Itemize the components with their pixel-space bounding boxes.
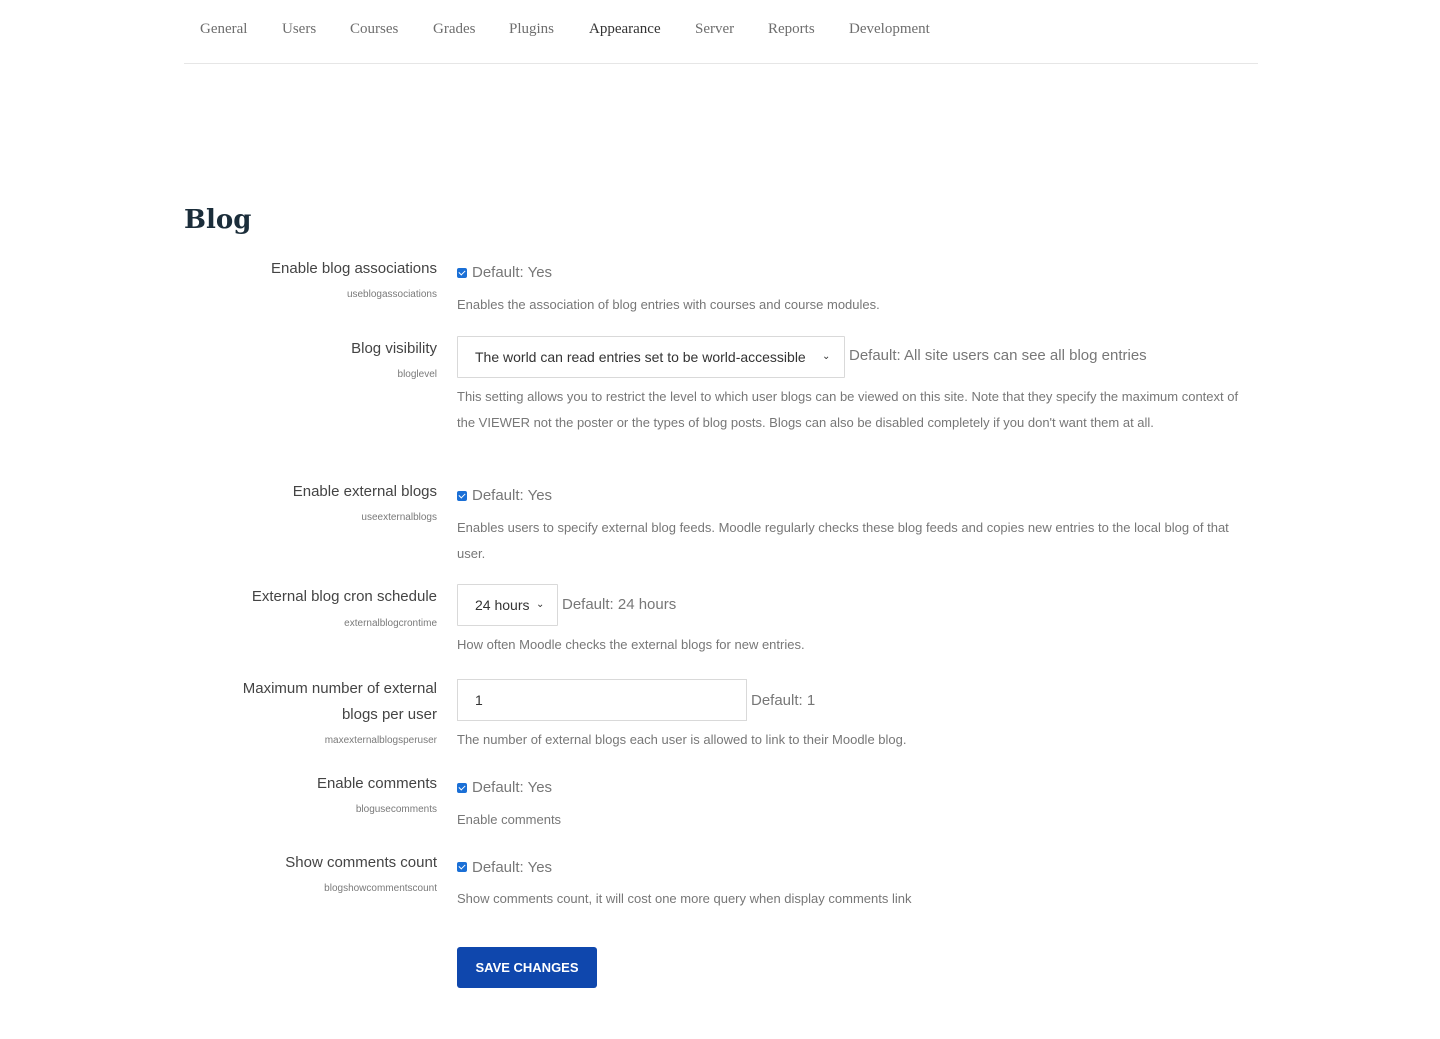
setting-description: Enable comments bbox=[457, 812, 562, 827]
default-value: Default: Yes bbox=[472, 487, 553, 504]
setting-key: blogusecomments bbox=[355, 804, 437, 815]
setting-description: This setting allows you to restrict the … bbox=[457, 389, 1239, 430]
tab-general[interactable]: General bbox=[200, 21, 247, 38]
select-value: 24 hours bbox=[475, 597, 530, 613]
default-value: Default: 1 bbox=[751, 692, 816, 709]
tab-plugins[interactable]: Plugins bbox=[509, 21, 554, 38]
setting-key: bloglevel bbox=[397, 369, 437, 380]
external-blogs-checkbox[interactable] bbox=[457, 491, 467, 501]
setting-key: useexternalblogs bbox=[361, 512, 437, 523]
default-value: Default: 24 hours bbox=[562, 596, 677, 613]
select-value: The world can read entries set to be wor… bbox=[475, 349, 806, 365]
save-changes-button[interactable]: SAVE CHANGES bbox=[457, 947, 597, 988]
cron-schedule-select[interactable]: 24 hours ⌄ bbox=[457, 584, 558, 626]
setting-label: Enable blog associations bbox=[271, 260, 437, 277]
tab-courses[interactable]: Courses bbox=[350, 21, 398, 38]
setting-key: maxexternalblogsperuser bbox=[324, 735, 437, 746]
tab-development[interactable]: Development bbox=[849, 21, 930, 38]
setting-description: Enables the association of blog entries … bbox=[457, 297, 880, 312]
tab-appearance[interactable]: Appearance bbox=[589, 21, 661, 38]
tab-reports[interactable]: Reports bbox=[768, 21, 815, 38]
default-value: Default: All site users can see all blog… bbox=[849, 347, 1147, 364]
comments-count-checkbox[interactable] bbox=[457, 862, 467, 872]
default-value: Default: Yes bbox=[472, 779, 553, 796]
blog-visibility-select[interactable]: The world can read entries set to be wor… bbox=[457, 336, 845, 378]
enable-comments-checkbox[interactable] bbox=[457, 783, 467, 793]
tab-server[interactable]: Server bbox=[695, 21, 734, 38]
chevron-down-icon: ⌄ bbox=[536, 599, 545, 610]
setting-label: Blog visibility bbox=[351, 340, 437, 357]
setting-label: Enable comments bbox=[316, 775, 437, 792]
setting-description: Enables users to specify external blog f… bbox=[457, 520, 1229, 561]
setting-key: blogshowcommentscount bbox=[324, 883, 437, 894]
setting-label: Maximum number of external blogs per use… bbox=[242, 680, 437, 723]
setting-label: External blog cron schedule bbox=[251, 588, 437, 605]
setting-label: Show comments count bbox=[285, 854, 437, 871]
setting-description: The number of external blogs each user i… bbox=[457, 732, 907, 747]
section-title: Blog bbox=[184, 205, 252, 235]
associations-checkbox[interactable] bbox=[457, 268, 467, 278]
setting-label: Enable external blogs bbox=[292, 483, 437, 500]
setting-description: Show comments count, it will cost one mo… bbox=[457, 891, 912, 906]
setting-key: externalblogcrontime bbox=[344, 618, 437, 629]
setting-description: How often Moodle checks the external blo… bbox=[457, 637, 805, 652]
max-external-blogs-input[interactable]: 1 bbox=[457, 679, 747, 721]
admin-tabs: General Users Courses Grades Plugins App… bbox=[184, 0, 1258, 64]
active-tab-indicator bbox=[573, 60, 679, 63]
default-value: Default: Yes bbox=[472, 264, 553, 281]
default-value: Default: Yes bbox=[472, 859, 553, 876]
tab-grades[interactable]: Grades bbox=[433, 21, 475, 38]
tab-users[interactable]: Users bbox=[282, 21, 316, 38]
chevron-down-icon: ⌄ bbox=[822, 351, 831, 362]
setting-key: useblogassociations bbox=[346, 289, 437, 300]
